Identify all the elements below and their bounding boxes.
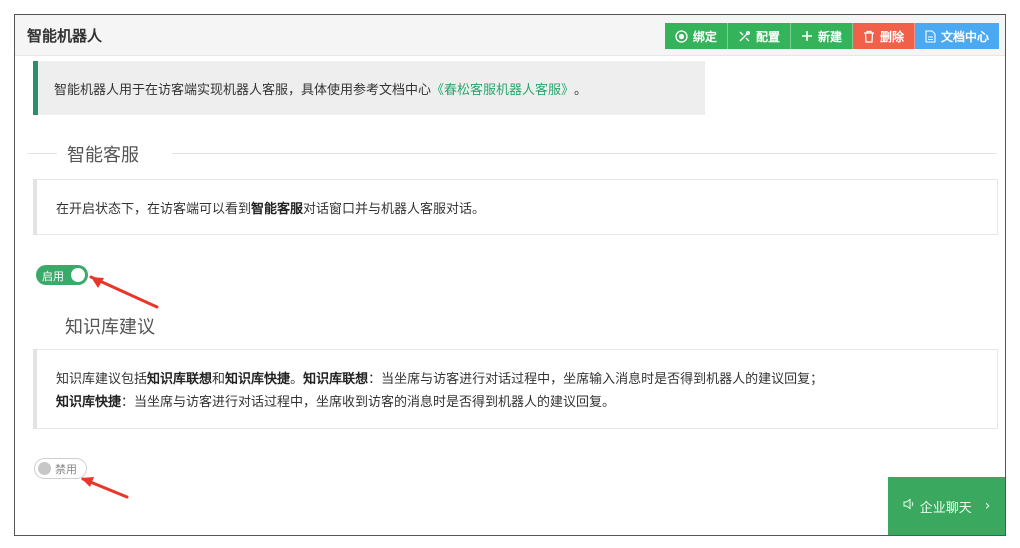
page-title: 智能机器人: [27, 27, 103, 45]
smart-service-toggle[interactable]: 启用: [36, 265, 88, 285]
chevron-right-icon: ›: [984, 498, 991, 514]
target-icon: [675, 29, 688, 43]
trash-icon: [863, 30, 875, 43]
kb-text: ：当坐席与访客进行对话过程中，坐席收到访客的消息时是否得到机器人的建议回复。: [121, 395, 616, 410]
annotation-arrow-2: [81, 477, 129, 499]
new-button-label: 新建: [817, 29, 842, 44]
document-icon: [925, 29, 936, 43]
toggle-knob: [38, 462, 51, 475]
kb-text: ：当坐席与访客进行对话过程中，坐席输入消息时是否得到机器人的建议回复；: [368, 372, 824, 387]
kb-bold: 知识库快捷: [56, 395, 122, 410]
toggle-label-disabled: 禁用: [55, 463, 77, 476]
toggle-label-enabled: 启用: [42, 270, 64, 283]
smart-service-title: 智能客服: [67, 145, 139, 166]
toolbar: 绑定 配置 新建 删除 文档中心: [664, 23, 999, 49]
kb-text: 。: [290, 372, 304, 387]
kb-text: 知识库建议包括: [56, 372, 148, 387]
new-button[interactable]: 新建: [790, 23, 853, 49]
delete-button-label: 删除: [879, 29, 904, 44]
robot-settings-panel: 智能机器人 绑定 配置 新建 删除 文档中心 智能机器人用于在访客端实现机器人客…: [14, 14, 1006, 536]
legend-divider-left: [27, 153, 57, 154]
kb-desc-line-1: 知识库建议包括知识库联想和知识库快捷。知识库联想：当坐席与访客进行对话过程中，坐…: [56, 368, 997, 391]
tools-icon: [738, 30, 751, 43]
kb-bold: 知识库联想: [147, 372, 213, 387]
delete-button[interactable]: 删除: [852, 23, 915, 49]
kb-bold: 知识库快捷: [225, 372, 291, 387]
config-button[interactable]: 配置: [727, 23, 791, 49]
smart-service-fieldset-legend: 智能客服: [27, 141, 997, 166]
toggle-knob: [71, 268, 85, 282]
smart-desc-bold: 智能客服: [251, 201, 304, 217]
legend-divider-right: [172, 153, 997, 154]
docs-center-button-label: 文档中心: [940, 29, 989, 44]
annotation-arrow-1: [89, 275, 159, 309]
kb-suggestion-title: 知识库建议: [65, 317, 155, 338]
intro-text: 智能机器人用于在访客端实现机器人客服，具体使用参考文档中心: [54, 82, 432, 98]
docs-link[interactable]: 《春松客服机器人客服》: [431, 79, 574, 98]
kb-text: 和: [212, 372, 226, 387]
kb-desc-line-2: 知识库快捷：当坐席与访客进行对话过程中，坐席收到访客的消息时是否得到机器人的建议…: [56, 391, 997, 414]
panel-header: 智能机器人 绑定 配置 新建 删除 文档中心: [15, 15, 1005, 56]
kb-suggestion-description: 知识库建议包括知识库联想和知识库快捷。知识库联想：当坐席与访客进行对话过程中，坐…: [33, 349, 998, 429]
kb-suggestion-toggle[interactable]: 禁用: [34, 458, 87, 479]
docs-center-button[interactable]: 文档中心: [914, 23, 999, 49]
config-button-label: 配置: [755, 29, 780, 44]
bind-button[interactable]: 绑定: [664, 23, 728, 49]
plus-icon: [801, 30, 813, 42]
kb-bold: 知识库联想: [303, 372, 369, 387]
smart-desc-suffix: 对话窗口并与机器人客服对话。: [303, 201, 486, 217]
bind-button-label: 绑定: [692, 29, 717, 44]
intro-callout: 智能机器人用于在访客端实现机器人客服，具体使用参考文档中心 《春松客服机器人客服》…: [33, 61, 705, 115]
enterprise-chat-widget[interactable]: 企业聊天 ›: [888, 477, 1005, 535]
intro-text-end: 。: [574, 82, 588, 98]
enterprise-chat-label: 企业聊天: [919, 500, 972, 516]
speaker-icon: [903, 498, 915, 514]
smart-service-description: 在开启状态下，在访客端可以看到 智能客服 对话窗口并与机器人客服对话。: [33, 179, 998, 235]
smart-desc-prefix: 在开启状态下，在访客端可以看到: [56, 201, 252, 217]
